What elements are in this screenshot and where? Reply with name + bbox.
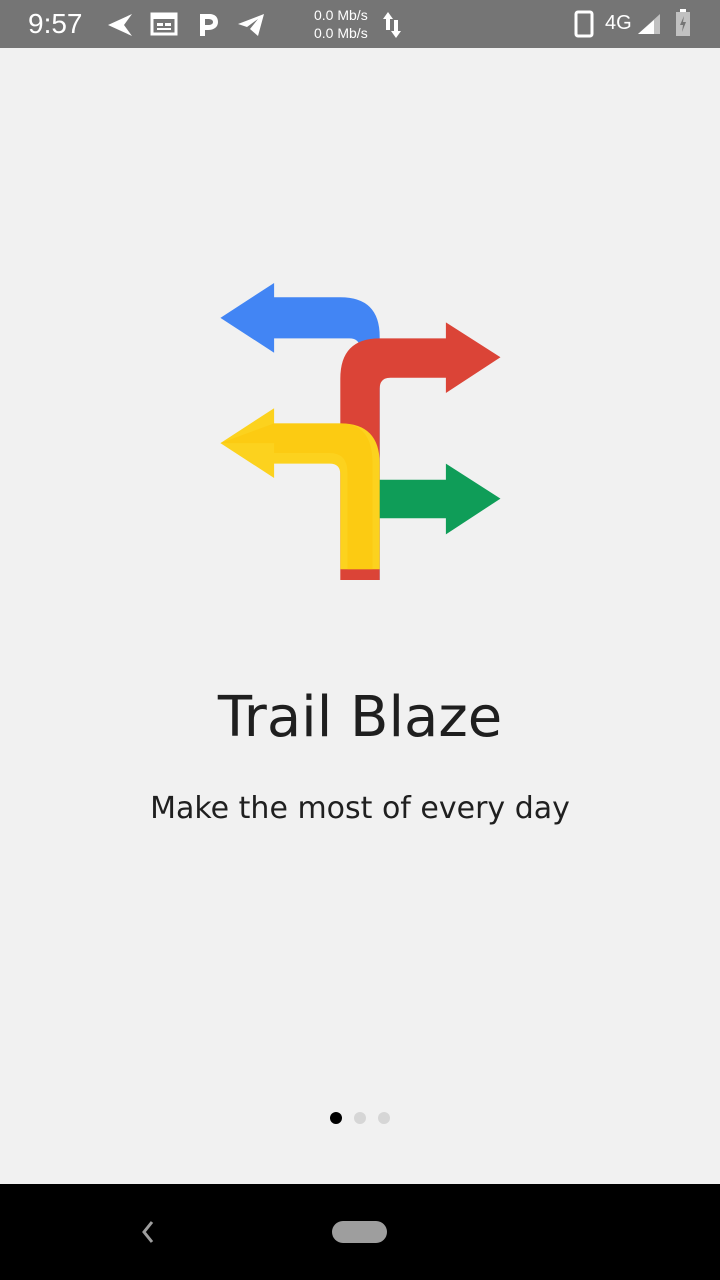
navigation-icon [108, 14, 132, 36]
status-bar: 9:57 0.0 Mb/s 0.0 Mb/s 4G [0, 0, 720, 48]
app-tagline: Make the most of every day [150, 791, 570, 826]
app-title: Trail Blaze [217, 685, 503, 750]
battery-icon [676, 9, 690, 36]
page-indicator [0, 1112, 720, 1126]
green-arrow [368, 463, 501, 535]
calendar-icon [150, 12, 178, 36]
phone-icon [574, 10, 594, 38]
home-pill-icon[interactable] [332, 1221, 387, 1243]
trail-blaze-logo-icon [220, 282, 501, 580]
page-dot-3[interactable] [378, 1112, 390, 1124]
download-speed: 0.0 Mb/s [314, 25, 368, 41]
parking-icon [200, 14, 218, 36]
data-arrows-icon [383, 12, 401, 38]
page-dot-2[interactable] [354, 1112, 366, 1124]
upload-speed: 0.0 Mb/s [314, 7, 368, 23]
back-icon[interactable] [136, 1218, 160, 1246]
onboarding-screen[interactable] [0, 48, 720, 1184]
signal-icon [638, 14, 660, 34]
status-time: 9:57 [28, 8, 83, 39]
page-dot-1[interactable] [330, 1112, 342, 1124]
network-type: 4G [605, 12, 632, 34]
telegram-icon [238, 14, 264, 36]
network-speed: 0.0 Mb/s 0.0 Mb/s [314, 6, 368, 42]
